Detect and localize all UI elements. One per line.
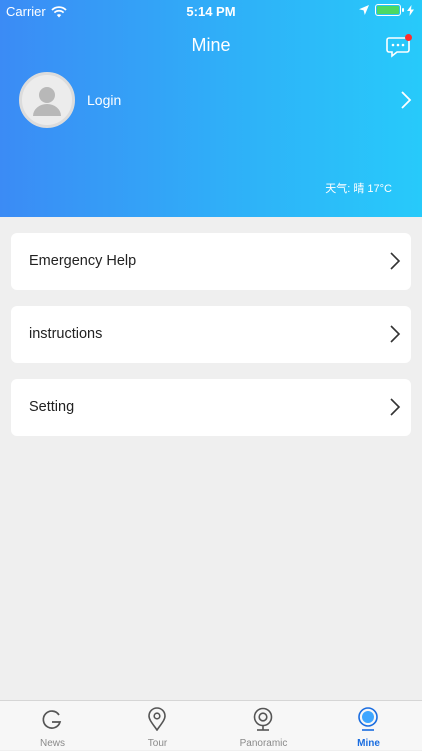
battery-icon	[375, 4, 404, 16]
menu-item-label: Emergency Help	[29, 253, 137, 269]
menu-item-emergency-help[interactable]: Emergency Help	[11, 233, 411, 290]
chevron-right-icon	[401, 91, 412, 109]
page-title: Mine	[191, 35, 231, 55]
avatar[interactable]	[19, 72, 75, 128]
tab-label: News	[39, 738, 65, 749]
status-bar: Carrier 5:14 PM	[0, 0, 422, 22]
menu-item-label: Setting	[29, 399, 75, 415]
user-silhouette-icon	[33, 87, 61, 116]
menu-item-label: instructions	[29, 326, 103, 342]
login-label[interactable]: Login	[87, 92, 121, 108]
tab-label: Tour	[147, 738, 168, 749]
notification-dot	[405, 34, 412, 41]
chevron-right-icon	[390, 398, 401, 416]
tab-news[interactable]: News	[0, 701, 105, 751]
g-logo-icon	[42, 710, 62, 729]
chevron-right-icon	[390, 325, 401, 343]
status-right	[359, 4, 414, 16]
profile-circle-icon	[358, 707, 378, 731]
battery-fill	[377, 6, 399, 14]
tab-label: Panoramic	[239, 738, 288, 749]
battery-nub	[402, 8, 404, 12]
webcam-icon	[253, 707, 273, 731]
menu-item-instructions[interactable]: instructions	[11, 306, 411, 363]
map-pin-icon	[148, 707, 166, 731]
tab-mine[interactable]: Mine	[316, 701, 421, 751]
tab-panoramic[interactable]: Panoramic	[211, 701, 316, 751]
menu-item-setting[interactable]: Setting	[11, 379, 411, 436]
login-row[interactable]: Login	[0, 70, 422, 132]
chevron-right-icon	[390, 252, 401, 270]
profile-header: Carrier 5:14 PM Mine Login 天气: 晴 17°C	[0, 0, 422, 217]
tab-tour[interactable]: Tour	[105, 701, 210, 751]
location-arrow-icon	[359, 5, 369, 15]
charging-bolt-icon	[407, 4, 414, 16]
messages-button[interactable]	[386, 34, 412, 58]
tab-label: Mine	[357, 738, 380, 749]
weather-text: 天气: 晴 17°C	[325, 183, 392, 195]
tab-bar: News Tour Panoramic Mine	[0, 700, 422, 750]
